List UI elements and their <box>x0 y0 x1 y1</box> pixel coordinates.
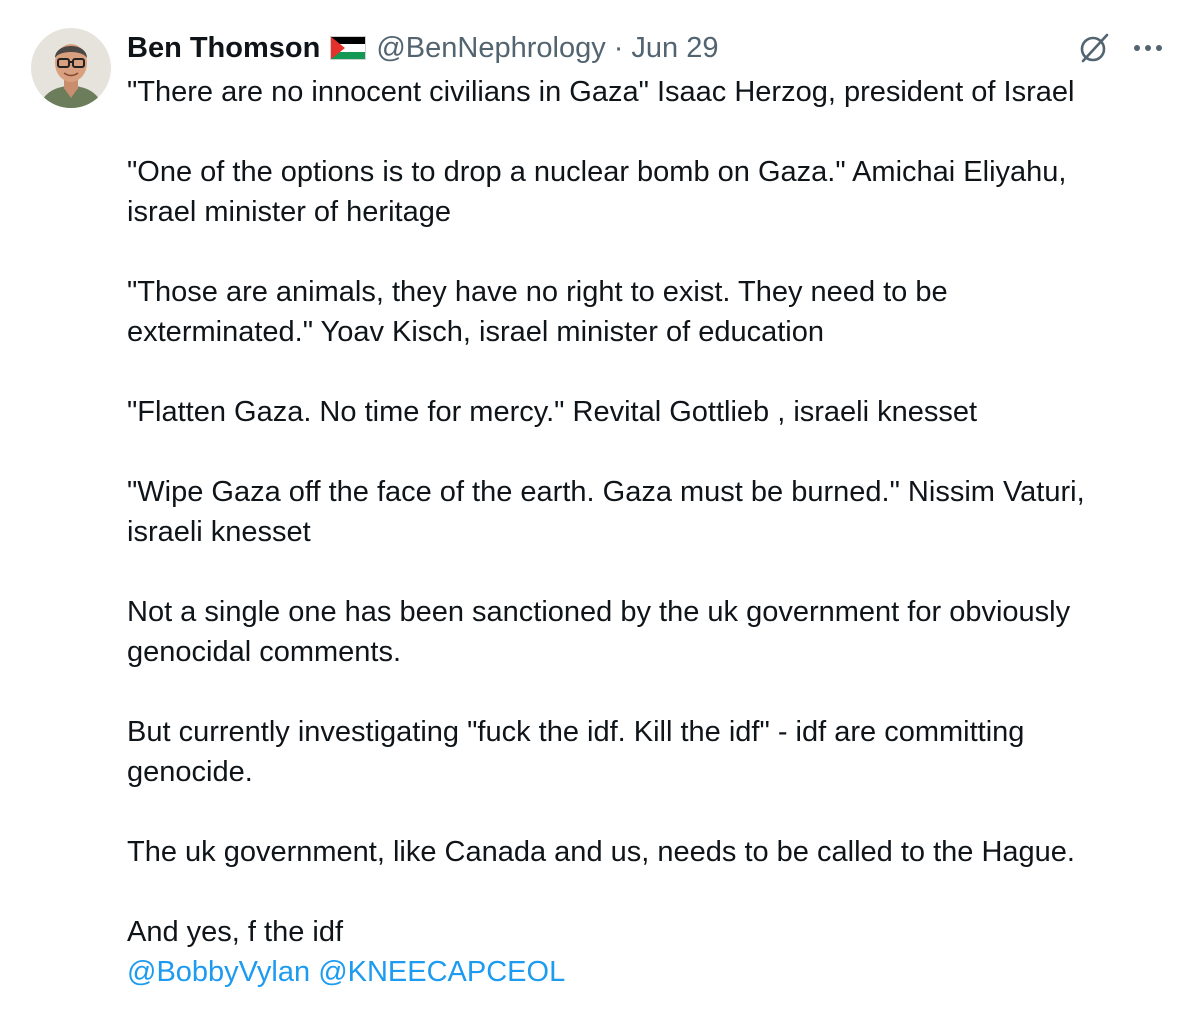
tweet-line: genocidal comments. <box>127 636 402 668</box>
tweet-paragraph: "Wipe Gaza off the face of the earth. Ga… <box>127 472 1167 552</box>
tweet-line: exterminated." Yoav Kisch, israel minist… <box>127 316 824 348</box>
avatar-image <box>31 28 111 108</box>
mention-link[interactable]: @BobbyVylan <box>127 956 310 988</box>
tweet-paragraph: And yes, f the idf @BobbyVylan @KNEECAPC… <box>127 912 1167 992</box>
grok-icon[interactable] <box>1077 31 1111 65</box>
user-handle[interactable]: @BenNephrology <box>376 32 605 65</box>
tweet-text: "There are no innocent civilians in Gaza… <box>127 72 1167 992</box>
tweet-line: "There are no innocent civilians in Gaza… <box>127 76 1075 108</box>
separator-dot: · <box>613 31 624 64</box>
tweet-header: Ben Thomson @BenNephrology · Jun 29 <box>127 28 1163 68</box>
mentions-line: @BobbyVylan @KNEECAPCEOL <box>127 952 1167 992</box>
tweet-paragraph: "Those are animals, they have no right t… <box>127 272 1167 352</box>
tweet-line: "Those are animals, they have no right t… <box>127 276 948 308</box>
tweet-paragraph: "There are no innocent civilians in Gaza… <box>127 72 1167 112</box>
tweet-line: And yes, f the idf <box>127 916 344 948</box>
avatar[interactable] <box>31 28 111 108</box>
display-name[interactable]: Ben Thomson <box>127 32 320 65</box>
tweet-paragraph: The uk government, like Canada and us, n… <box>127 832 1167 872</box>
tweet-line: But currently investigating "fuck the id… <box>127 716 1025 748</box>
palestine-flag-icon <box>330 36 367 60</box>
tweet-line: Not a single one has been sanctioned by … <box>127 596 1071 628</box>
tweet-paragraph: "One of the options is to drop a nuclear… <box>127 152 1167 232</box>
tweet-paragraph: But currently investigating "fuck the id… <box>127 712 1167 792</box>
tweet-line: "One of the options is to drop a nuclear… <box>127 156 1067 188</box>
tweet-line: "Flatten Gaza. No time for mercy." Revit… <box>127 396 978 428</box>
tweet-line: genocide. <box>127 756 253 788</box>
more-options-icon[interactable] <box>1133 43 1163 53</box>
tweet-line: israeli knesset <box>127 516 311 548</box>
tweet-paragraph: Not a single one has been sanctioned by … <box>127 592 1167 672</box>
tweet-line: israel minister of heritage <box>127 196 451 228</box>
mention-link[interactable]: @KNEECAPCEOL <box>318 956 565 988</box>
tweet-paragraph: "Flatten Gaza. No time for mercy." Revit… <box>127 392 1167 432</box>
tweet-line: The uk government, like Canada and us, n… <box>127 836 1075 868</box>
header-actions <box>1077 28 1163 68</box>
tweet-line: "Wipe Gaza off the face of the earth. Ga… <box>127 476 1085 508</box>
tweet[interactable]: Ben Thomson @BenNephrology · Jun 29 "The… <box>0 0 1193 1016</box>
post-date[interactable]: Jun 29 <box>631 32 718 65</box>
